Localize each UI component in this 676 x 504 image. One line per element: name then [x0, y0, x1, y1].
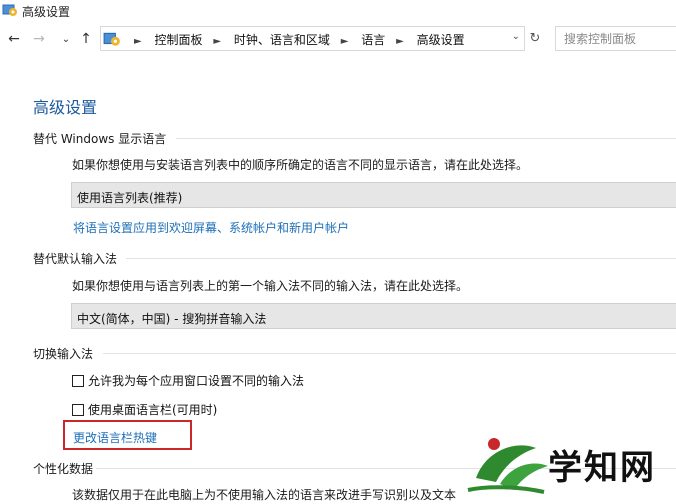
breadcrumb-clock-language-region[interactable]: 时钟、语言和区域 [234, 33, 330, 47]
section-heading-display-language: 替代 Windows 显示语言 [33, 132, 167, 146]
chevron-right-icon[interactable]: ► [341, 36, 349, 47]
apply-language-settings-link[interactable]: 将语言设置应用到欢迎屏幕、系统帐户和新用户帐户 [73, 219, 349, 236]
section-heading-switch-input: 切换输入法 [33, 347, 94, 361]
default-input-description: 如果你想使用与语言列表上的第一个输入法不同的输入法，请在此处选择。 [72, 279, 469, 293]
address-bar[interactable]: ► 控制面板 ► 时钟、语言和区域 ► 语言 ► 高级设置 ⌄ [100, 26, 525, 51]
address-dropdown-button[interactable]: ⌄ [512, 31, 520, 42]
breadcrumb-language[interactable]: 语言 [361, 33, 385, 47]
desktop-language-bar-option[interactable]: 使用桌面语言栏(可用时) [72, 401, 217, 418]
control-panel-icon [103, 32, 120, 46]
title-bar: 高级设置 [0, 0, 676, 22]
breadcrumb-advanced-settings[interactable]: 高级设置 [417, 33, 465, 47]
window-title: 高级设置 [22, 5, 71, 19]
section-divider [126, 258, 676, 259]
per-app-input-checkbox[interactable] [72, 374, 84, 387]
section-divider [103, 353, 676, 354]
navigation-bar: ← → ⌄ ↑ ► 控制面板 ► 时钟、语言和区域 ► 语言 ► 高级设置 ⌄ … [0, 24, 676, 54]
chevron-right-icon[interactable]: ► [213, 36, 221, 47]
search-input[interactable] [556, 27, 676, 50]
personalization-description: 该数据仅用于在此电脑上为不使用输入法的语言来改进手写识别以及文本 [72, 488, 457, 502]
search-box[interactable] [555, 26, 676, 51]
page-title: 高级设置 [33, 98, 98, 117]
section-heading-default-input: 替代默认输入法 [33, 252, 118, 266]
display-language-description: 如果你想使用与安装语言列表中的顺序所确定的语言不同的显示语言，请在此处选择。 [72, 158, 529, 172]
control-panel-icon [2, 4, 17, 16]
per-app-input-label[interactable]: 允许我为每个应用窗口设置不同的输入法 [88, 372, 304, 389]
section-heading-personalization: 个性化数据 [33, 462, 94, 476]
default-input-select[interactable]: 中文(简体，中国) - 搜狗拼音输入法 [71, 303, 676, 329]
refresh-button[interactable]: ↻ [526, 28, 544, 48]
watermark-text: 学知网 [548, 448, 656, 488]
desktop-language-bar-label[interactable]: 使用桌面语言栏(可用时) [88, 401, 217, 418]
chevron-right-icon: ► [134, 36, 142, 47]
breadcrumb-control-panel[interactable]: 控制面板 [155, 33, 203, 47]
up-button[interactable]: ↑ [77, 30, 95, 48]
chevron-right-icon[interactable]: ► [396, 36, 404, 47]
forward-button[interactable]: → [30, 30, 48, 48]
back-button[interactable]: ← [5, 30, 23, 48]
display-language-select[interactable]: 使用语言列表(推荐) [71, 182, 676, 208]
breadcrumb: ► 控制面板 ► 时钟、语言和区域 ► 语言 ► 高级设置 [127, 31, 465, 48]
section-divider [176, 138, 676, 139]
per-app-input-option[interactable]: 允许我为每个应用窗口设置不同的输入法 [72, 372, 304, 389]
desktop-language-bar-checkbox[interactable] [72, 403, 84, 416]
change-language-bar-hotkeys-link[interactable]: 更改语言栏热键 [73, 429, 157, 446]
recent-locations-button[interactable]: ⌄ [57, 30, 75, 48]
